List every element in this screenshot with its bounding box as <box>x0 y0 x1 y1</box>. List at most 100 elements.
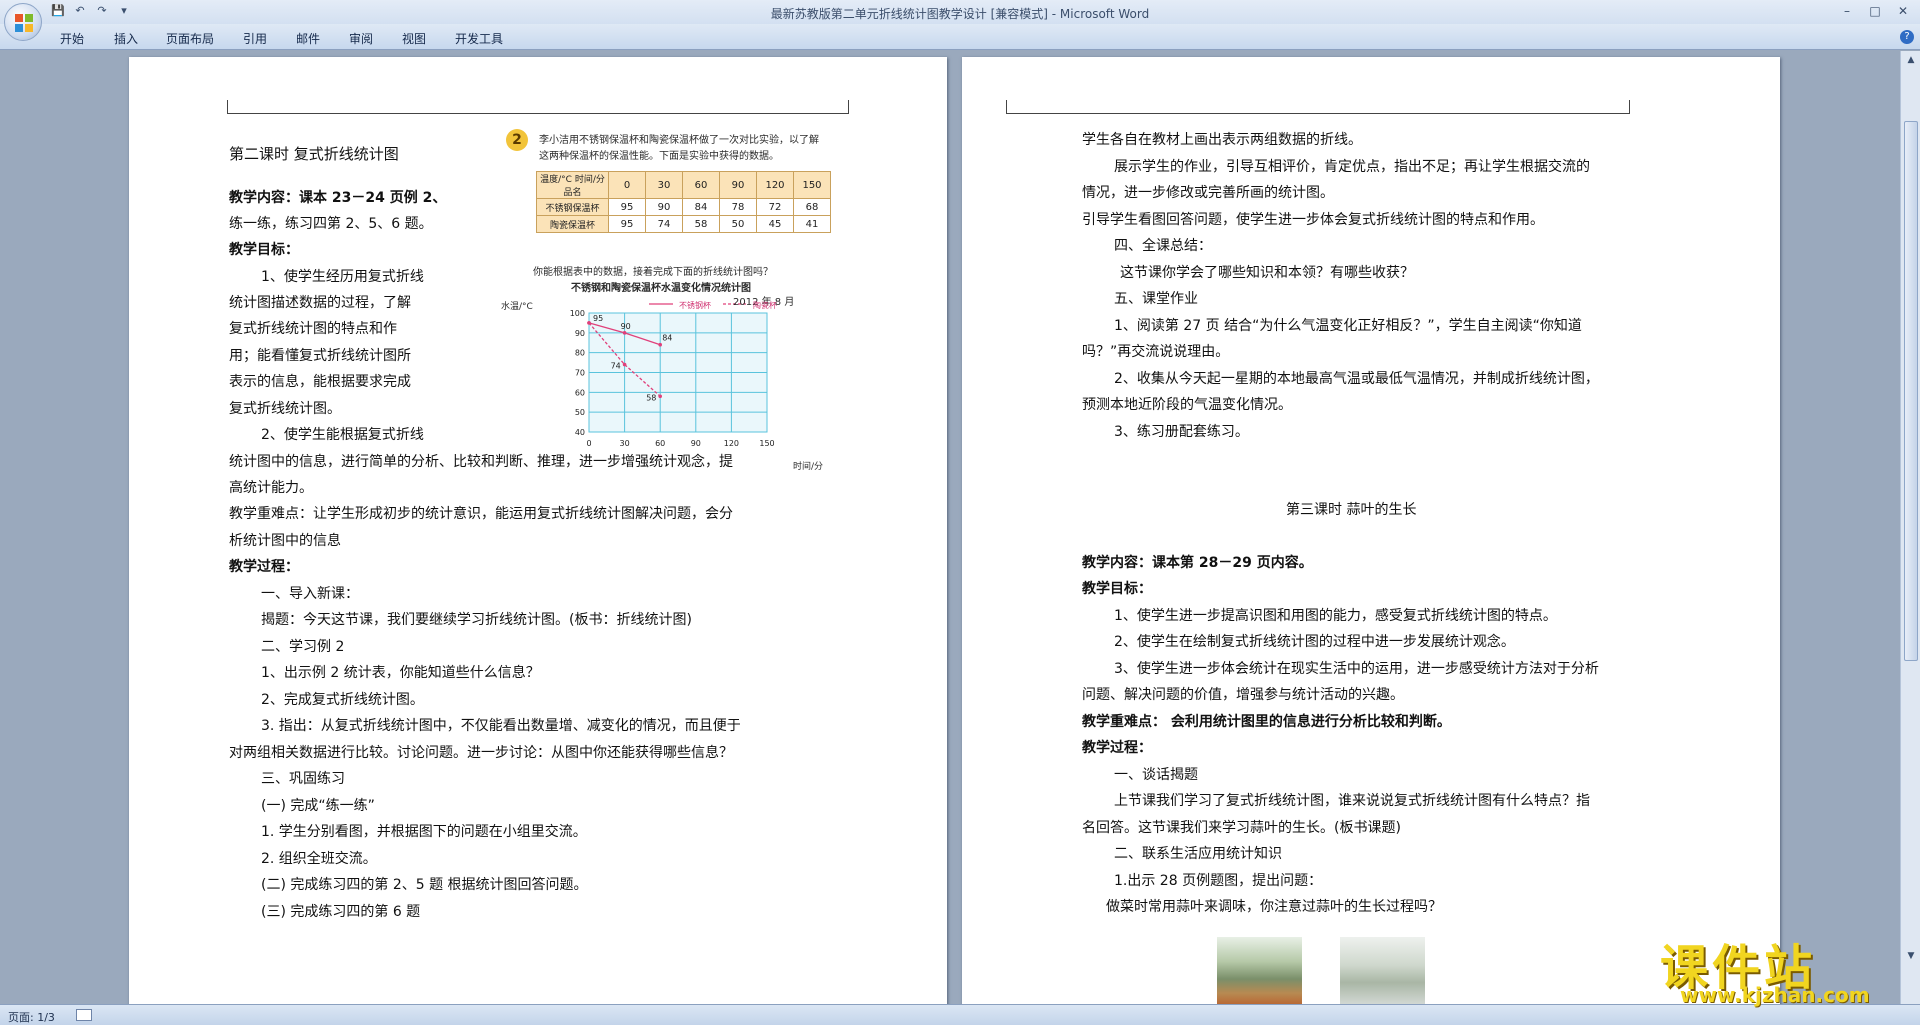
line: 一、谈话揭题 <box>1114 767 1198 783</box>
table-cell: 95 <box>608 198 646 216</box>
tab-page-layout[interactable]: 页面布局 <box>166 30 214 47</box>
chart-ytick-label: 80 <box>575 349 585 358</box>
problem-number-badge: 2 <box>506 129 528 151</box>
header-divider <box>227 100 849 114</box>
chart-xtick-label: 150 <box>759 439 774 448</box>
table-header-label: 温度/°C 时间/分 品名 <box>536 171 609 199</box>
line: 高统计能力。 <box>229 480 313 496</box>
line: 教学内容：课本 23－24 页例 2、 <box>229 190 446 206</box>
line: 教学内容：课本第 28－29 页内容。 <box>1082 555 1313 571</box>
proofing-icon[interactable] <box>76 1009 92 1021</box>
embedded-image-chart: 40 50 60 70 80 90 100 0 30 60 90 120 150 95 90 84 74 58 李… <box>501 127 831 487</box>
line: 2、使学生能根据复式折线 <box>261 427 424 443</box>
line: 1、出示例 2 统计表，你能知道些什么信息？ <box>261 665 540 681</box>
page-count[interactable]: 页面: 1/3 <box>8 1009 55 1025</box>
line: 练一练，练习四第 2、5、6 题。 <box>229 216 433 232</box>
scroll-down-icon[interactable]: ▼ <box>1905 951 1917 963</box>
table-row-name: 陶瓷保温杯 <box>536 215 609 233</box>
line: 二、学习例 2 <box>261 639 345 655</box>
line: 吗？”再交流说说理由。 <box>1082 344 1230 360</box>
status-bar: 页面: 1/3 <box>0 1004 1920 1025</box>
vertical-scrollbar[interactable]: ▲ ▼ <box>1900 51 1920 1004</box>
line: 2. 组织全班交流。 <box>261 851 377 867</box>
line: 五、课堂作业 <box>1114 291 1198 307</box>
table-time: 120 <box>756 171 794 199</box>
scroll-up-icon[interactable]: ▲ <box>1905 55 1917 67</box>
maximize-button[interactable]: □ <box>1862 2 1888 20</box>
chart-ylabel: 水温/°C <box>501 302 533 312</box>
line: (三) 完成练习四的第 6 题 <box>261 904 421 920</box>
tab-references[interactable]: 引用 <box>243 30 267 47</box>
section-heading: 教学目标： <box>229 242 299 258</box>
image-problem-text-2: 这两种保温杯的保温性能。下面是实验中获得的数据。 <box>539 151 779 162</box>
tab-view[interactable]: 视图 <box>402 30 426 47</box>
line: 展示学生的作业，引导互相评价，肯定优点，指出不足；再让学生根据交流的 <box>1114 159 1590 175</box>
scroll-thumb[interactable] <box>1904 121 1918 661</box>
image-problem-text-1: 李小洁用不锈钢保温杯和陶瓷保温杯做了一次对比实验，以了解 <box>539 135 819 146</box>
line: 2、完成复式折线统计图。 <box>261 692 424 708</box>
line: 四、全课总结： <box>1114 238 1212 254</box>
table-time: 90 <box>719 171 757 199</box>
table-time: 150 <box>793 171 831 199</box>
table-cell: 68 <box>793 198 831 216</box>
content-label: 教学内容：课本第 28－29 页内容。 <box>1082 555 1313 571</box>
tab-mailings[interactable]: 邮件 <box>296 30 320 47</box>
chart-ytick-label: 50 <box>575 408 585 417</box>
table-cell: 84 <box>682 198 720 216</box>
table-cell: 95 <box>608 215 646 233</box>
line: 上节课我们学习了复式折线统计图，谁来说说复式折线统计图有什么特点？指 <box>1114 793 1590 809</box>
line: 1、阅读第 27 页 结合“为什么气温变化正好相反？”，学生自主阅读“你知道 <box>1114 318 1582 334</box>
line: 教学重难点： 会利用统计图里的信息进行分析比较和判断。 <box>1082 714 1451 730</box>
office-button[interactable] <box>4 3 42 41</box>
header-divider <box>1006 100 1630 114</box>
line: 预测本地近阶段的气温变化情况。 <box>1082 397 1292 413</box>
line: 二、联系生活应用统计知识 <box>1114 846 1282 862</box>
tab-home[interactable]: 开始 <box>60 30 84 47</box>
line: 表示的信息，能根据要求完成 <box>229 374 411 390</box>
chart-ytick-label: 40 <box>575 428 585 437</box>
line: 情况，进一步修改或完善所画的统计图。 <box>1082 185 1334 201</box>
close-button[interactable]: ✕ <box>1890 2 1916 20</box>
line: 引导学生看图回答问题，使学生进一步体会复式折线统计图的特点和作用。 <box>1082 212 1544 228</box>
line: (二) 完成练习四的第 2、5 题 根据统计图回答问题。 <box>261 877 588 893</box>
chart-data-label: 90 <box>621 322 631 331</box>
help-icon[interactable]: ? <box>1900 30 1914 44</box>
chart-ytick-label: 90 <box>575 329 585 338</box>
table-cell: 58 <box>682 215 720 233</box>
chart-title: 不锈钢和陶瓷保温杯水温变化情况统计图 <box>571 283 751 294</box>
line: 统计图描述数据的过程，了解 <box>229 295 411 311</box>
data-table: 温度/°C 时间/分 品名 0 30 60 90 120 150 不锈钢保温杯 … <box>536 171 831 233</box>
chart-ytick-label: 60 <box>575 388 585 397</box>
office-logo-icon <box>15 14 33 32</box>
tab-insert[interactable]: 插入 <box>114 30 138 47</box>
line: 1、使学生进一步提高识图和用图的能力，感受复式折线统计图的特点。 <box>1114 608 1557 624</box>
document-page-1: 40 50 60 70 80 90 100 0 30 60 90 120 150 95 90 84 74 58 李… <box>129 57 947 1004</box>
line: 做菜时常用蒜叶来调味，你注意过蒜叶的生长过程吗？ <box>1106 899 1442 915</box>
line: 揭题：今天这节课，我们要继续学习折线统计图。(板书：折线统计图) <box>261 612 692 628</box>
line: 1. 学生分别看图，并根据图下的问题在小组里交流。 <box>261 824 587 840</box>
chart-ytick-label: 70 <box>575 369 585 378</box>
table-cell: 90 <box>645 198 683 216</box>
tab-review[interactable]: 审阅 <box>349 30 373 47</box>
lesson-title: 第三课时 蒜叶的生长 <box>1286 502 1417 518</box>
tab-developer[interactable]: 开发工具 <box>455 30 503 47</box>
line: 析统计图中的信息 <box>229 533 341 549</box>
legend-series-1: 不锈钢杯 <box>679 301 711 310</box>
line: 统计图中的信息，进行简单的分析、比较和判断、推理，进一步增强统计观念，提 <box>229 454 733 470</box>
document-page-2: 学生各自在教材上画出表示两组数据的折线。 展示学生的作业，引导互相评价，肯定优点… <box>962 57 1780 1004</box>
line: 2、收集从今天起一星期的本地最高气温或最低气温情况，并制成折线统计图， <box>1114 371 1599 387</box>
garlic-photo-1 <box>1217 937 1302 1004</box>
watermark-logo: 课件站 www.kjzhan.com <box>1660 928 1900 1008</box>
line: 1、使学生经历用复式折线 <box>261 269 424 285</box>
line: 3、练习册配套练习。 <box>1114 424 1249 440</box>
chart-point <box>658 394 662 399</box>
section-heading: 教学过程： <box>229 559 299 575</box>
line: 问题、解决问题的价值，增强参与统计活动的兴趣。 <box>1082 687 1404 703</box>
minimize-button[interactable]: – <box>1834 2 1860 20</box>
section-heading: 教学过程： <box>1082 740 1152 756</box>
table-cell: 74 <box>645 215 683 233</box>
legend-series-2: 陶瓷杯 <box>753 301 777 310</box>
line: 复式折线统计图。 <box>229 401 341 417</box>
window-title: 最新苏教版第二单元折线统计图教学设计 [兼容模式] - Microsoft Wo… <box>770 7 1150 21</box>
line: 这节课你学会了哪些知识和本领？有哪些收获？ <box>1120 265 1414 281</box>
